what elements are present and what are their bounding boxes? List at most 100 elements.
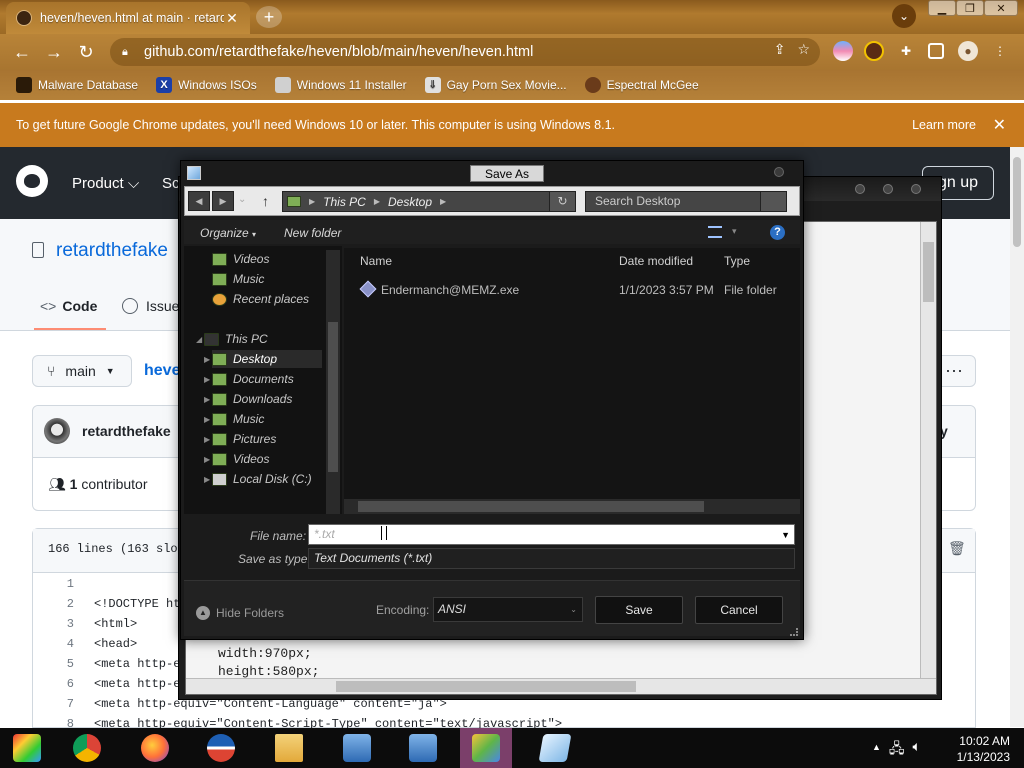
view-dropdown-icon[interactable]: ▾ [732,226,737,237]
pictures-folder-icon [212,432,227,446]
nav-item-documents[interactable]: ▶ Documents [204,370,294,388]
hide-folders-button[interactable]: ▲ Hide Folders [196,606,284,620]
browser-tab[interactable]: heven/heven.html at main · retardthefake… [6,2,250,34]
path-link[interactable]: heve [144,362,180,380]
back-arrow-icon[interactable]: ← [6,42,38,63]
github-logo-icon[interactable] [16,165,48,197]
tab-issues[interactable]: Issue [122,298,179,314]
page-scrollbar[interactable] [1010,147,1024,727]
new-folder-button[interactable]: New folder [284,226,341,240]
trash-icon[interactable]: 🗑︎ [948,540,966,557]
branch-selector[interactable]: ⑂ main ▼ [32,355,132,387]
bookmark-windows-11-installer[interactable]: Windows 11 Installer [274,77,407,93]
share-icon[interactable]: ⇪ [774,41,786,58]
tray-chevron-up-icon[interactable]: ▲ [872,738,881,762]
nav-item-music[interactable]: Music [212,270,264,288]
contributors-count[interactable]: 👥︎ 1 contributor [48,476,148,493]
address-bar[interactable]: 🔒︎ github.com/retardthefake/heven/blob/m… [110,38,820,66]
avatar-extension-icon[interactable] [864,41,884,61]
nav-pane-scrollbar[interactable] [326,250,340,514]
nav-item-music-pc[interactable]: ▶ Music [204,410,264,428]
avatar[interactable] [44,418,70,444]
taskbar-file-explorer-icon[interactable] [270,730,308,766]
flag-extension-icon[interactable] [833,41,853,61]
breadcrumb-this-pc[interactable]: This PC [323,195,366,209]
search-input[interactable]: Search Desktop [585,191,787,212]
profile-icon[interactable]: ● [958,41,978,61]
help-icon[interactable]: ? [770,225,785,240]
infobar-close-icon[interactable]: ✕ [993,115,1006,135]
new-tab-button[interactable]: + [256,6,282,28]
network-icon[interactable]: 🖧︎ [889,738,905,762]
nav-solutions[interactable]: Sc [162,175,180,192]
side-panel-icon[interactable] [928,43,944,59]
search-icon[interactable] [760,192,786,211]
forward-arrow-icon[interactable]: → [38,42,70,63]
breadcrumb-desktop[interactable]: Desktop [388,195,432,209]
file-name-cell[interactable]: Endermanch@MEMZ.exe [381,283,519,297]
learn-more-link[interactable]: Learn more [912,118,976,132]
restore-button[interactable]: ❐ [956,0,984,16]
save-type-select[interactable]: Text Documents (*.txt) [308,548,795,569]
issue-icon [122,298,138,314]
taskbar-network-icon[interactable] [338,730,376,766]
taskbar-network-icon[interactable] [404,730,442,766]
tab-close-icon[interactable]: ✕ [224,10,240,27]
resize-grip-icon[interactable] [790,628,798,636]
nav-item-desktop[interactable]: ▶ Desktop [204,350,322,368]
file-list-horizontal-scrollbar[interactable] [344,499,800,514]
line-number: 7 [66,697,74,711]
x-logo-icon: X [156,77,173,93]
tab-search-button[interactable]: ⌄ [892,4,916,28]
nav-item-recent-places[interactable]: Recent places [212,290,309,308]
bookmark-windows-isos[interactable]: X Windows ISOs [156,77,257,93]
reload-icon[interactable]: ↻ [70,42,102,63]
nav-item-local-disk[interactable]: ▶ Local Disk (C:) [204,470,312,488]
bookmark-gay-porn[interactable]: ⇓ Gay Porn Sex Movie... [424,77,567,93]
taskbar-clock[interactable]: 10:02 AM 1/13/2023 [950,733,1010,765]
nav-item-videos[interactable]: Videos [212,250,269,268]
taskbar-chrome-icon[interactable] [68,730,106,766]
minimize-button[interactable]: ▁ [928,0,956,16]
taskbar-app-media-icon[interactable] [8,730,46,766]
taskbar-notepad-icon[interactable] [536,730,574,766]
commit-author[interactable]: retardthefake [82,423,171,439]
back-arrow-icon[interactable]: ◀ [188,191,210,211]
tab-code[interactable]: <> Code [40,298,97,314]
nav-product[interactable]: Product ⌵ [72,175,139,192]
nav-item-videos-pc[interactable]: ▶ Videos [204,450,269,468]
drive-icon [212,472,227,486]
breadcrumb[interactable]: ▶ This PC ▶ Desktop ▶ ↻ [282,191,576,212]
bookmark-malware-database[interactable]: Malware Database [16,77,138,93]
refresh-icon[interactable]: ↻ [549,192,575,211]
volume-icon[interactable]: 🔈︎ [913,738,921,762]
organize-button[interactable]: Organize ▾ [200,226,256,240]
this-pc-icon [287,196,301,207]
bookmark-star-icon[interactable]: ☆ [797,41,810,58]
view-options-icon[interactable] [708,226,722,238]
nav-item-this-pc[interactable]: ◢ This PC [196,330,268,348]
column-type[interactable]: Type [724,254,750,268]
editor-horizontal-scrollbar[interactable] [186,678,936,694]
recent-dropdown-icon[interactable]: ⌄ [238,194,246,205]
taskbar-people-icon[interactable] [467,730,505,766]
column-name[interactable]: Name [360,254,392,268]
nav-item-downloads[interactable]: ▶ Downloads [204,390,292,408]
encoding-select[interactable]: ANSI ⌄ [433,597,583,622]
taskbar-circle-app-icon[interactable] [202,730,240,766]
editor-vertical-scrollbar[interactable] [920,222,936,694]
extensions-puzzle-icon[interactable]: ✚ [896,41,916,61]
bookmark-espectral-mcgee[interactable]: Espectral McGee [584,77,699,93]
nav-item-pictures[interactable]: ▶ Pictures [204,430,276,448]
save-button[interactable]: Save [595,596,683,624]
up-arrow-icon[interactable]: ↑ [262,193,269,209]
column-date-modified[interactable]: Date modified [619,254,693,268]
taskbar-firefox-icon[interactable] [136,730,174,766]
repo-owner-link[interactable]: retardthefake [56,240,168,262]
menu-kebab-icon[interactable]: ⋮ [990,41,1010,61]
forward-arrow-icon[interactable]: ▶ [212,191,234,211]
close-window-button[interactable]: ✕ [984,0,1018,16]
dialog-close-button[interactable] [774,167,784,177]
chevron-down-icon[interactable]: ▼ [781,526,790,545]
cancel-button[interactable]: Cancel [695,596,783,624]
